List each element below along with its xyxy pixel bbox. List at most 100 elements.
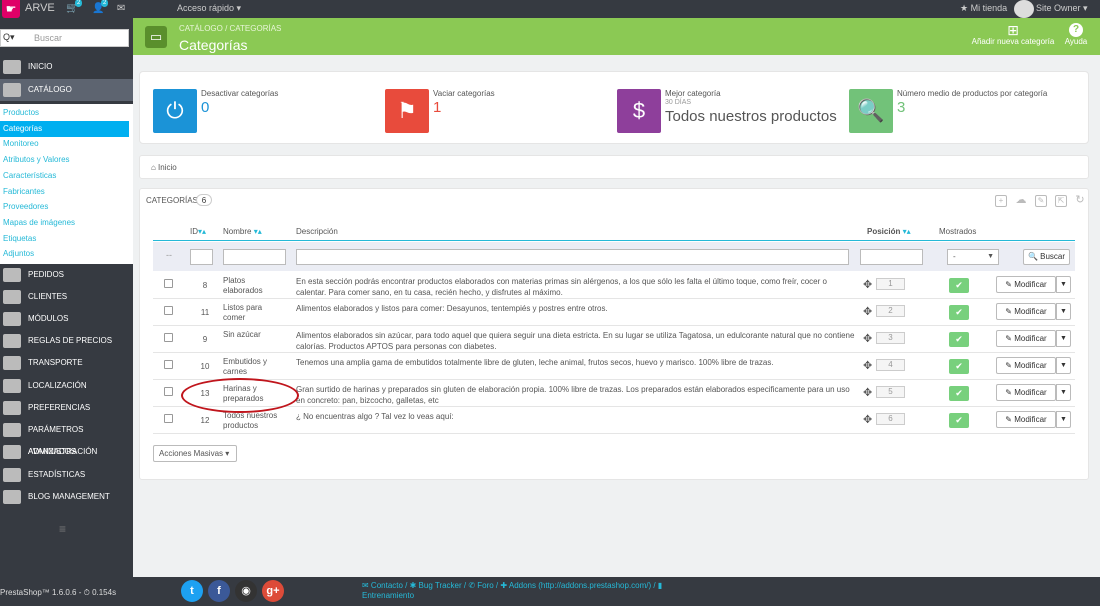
- table-row[interactable]: 11 Listos para comer Alimentos elaborados …: [153, 299, 1075, 326]
- col-id[interactable]: ID▾▴: [190, 227, 206, 236]
- submenu-item[interactable]: Fabricantes: [0, 184, 129, 200]
- shown-toggle-check-icon[interactable]: ✔: [949, 386, 969, 401]
- footer-links[interactable]: ✉ Contacto / ✱ Bug Tracker / ✆ Foro / ✚ …: [362, 581, 702, 601]
- sidebar-item-localización[interactable]: LOCALIZACIÓN: [0, 375, 133, 397]
- submenu-item[interactable]: Mapas de imágenes: [0, 215, 129, 231]
- my-store-link[interactable]: ★ Mi tienda: [960, 3, 1007, 14]
- row-checkbox[interactable]: [164, 387, 173, 396]
- twitter-icon[interactable]: t: [181, 580, 203, 602]
- modify-button[interactable]: ✎ Modificar: [996, 357, 1056, 374]
- sidebar-item-inicio[interactable]: INICIO: [0, 56, 133, 78]
- drag-handle-icon[interactable]: ✥: [863, 413, 872, 426]
- avatar[interactable]: [1014, 0, 1034, 18]
- shown-toggle-check-icon[interactable]: ✔: [949, 413, 969, 428]
- row-actions-dropdown[interactable]: ▼: [1056, 330, 1071, 347]
- submenu-item[interactable]: Categorías: [0, 120, 129, 137]
- google-plus-icon[interactable]: g+: [262, 580, 284, 602]
- sidebar-item-módulos[interactable]: MÓDULOS: [0, 308, 133, 330]
- filter-shown-select[interactable]: - ▼: [947, 249, 999, 265]
- row-checkbox[interactable]: [164, 306, 173, 315]
- modify-button[interactable]: ✎ Modificar: [996, 330, 1056, 347]
- table-row[interactable]: 8 Platos elaborados En esta sección podrás…: [153, 272, 1075, 299]
- drag-handle-icon[interactable]: ✥: [863, 386, 872, 399]
- col-name[interactable]: Nombre ▾▴: [223, 227, 262, 236]
- row-checkbox[interactable]: [164, 360, 173, 369]
- table-row[interactable]: 9 Sin azúcar Alimentos elaborados sin azúc…: [153, 326, 1075, 353]
- sidebar-item-preferencias[interactable]: PREFERENCIAS: [0, 397, 133, 419]
- modify-button[interactable]: ✎ Modificar: [996, 303, 1056, 320]
- collapse-menu-icon[interactable]: ≡: [59, 522, 66, 536]
- truck-icon: [3, 356, 21, 370]
- table-row[interactable]: 12 Todos nuestros productos ¿ No encuentra…: [153, 407, 1075, 434]
- envelope-icon[interactable]: ✉: [117, 3, 125, 14]
- add-category-button[interactable]: ⊞ Añadir nueva categoría: [970, 23, 1056, 46]
- row-checkbox[interactable]: [164, 279, 173, 288]
- row-checkbox[interactable]: [164, 414, 173, 423]
- drag-handle-icon[interactable]: ✥: [863, 332, 872, 345]
- prestashop-logo-icon[interactable]: ☛: [2, 0, 20, 18]
- submenu-item[interactable]: Monitoreo: [0, 136, 129, 152]
- row-checkbox[interactable]: [164, 333, 173, 342]
- sidebar-item-administración[interactable]: ADMINISTRACIÓN: [0, 441, 133, 463]
- row-name: Listos para comer: [223, 303, 263, 322]
- github-icon[interactable]: ◉: [235, 580, 257, 602]
- cloud-icon[interactable]: ☁: [1015, 195, 1027, 207]
- filter-name-input[interactable]: [223, 249, 286, 265]
- filter-search-button[interactable]: 🔍 Buscar: [1023, 249, 1070, 265]
- sidebar-item-catálogo[interactable]: CATÁLOGO: [0, 79, 133, 101]
- shown-toggle-check-icon[interactable]: ✔: [949, 332, 969, 347]
- filter-position-input[interactable]: [860, 249, 923, 265]
- money-icon: $: [617, 89, 661, 133]
- submenu-item[interactable]: Productos: [0, 105, 129, 121]
- sidebar-search[interactable]: Q▾ Buscar: [0, 29, 129, 47]
- row-position: 4: [876, 359, 905, 371]
- row-actions-dropdown[interactable]: ▼: [1056, 411, 1071, 428]
- shown-toggle-check-icon[interactable]: ✔: [949, 359, 969, 374]
- row-actions-dropdown[interactable]: ▼: [1056, 384, 1071, 401]
- shop-name[interactable]: ARVE: [25, 2, 55, 14]
- modify-button[interactable]: ✎ Modificar: [996, 384, 1056, 401]
- sidebar-item-label: MÓDULOS: [28, 314, 69, 323]
- quick-access-menu[interactable]: Acceso rápido ▾: [177, 3, 241, 14]
- sidebar-item-clientes[interactable]: CLIENTES: [0, 286, 133, 308]
- drag-handle-icon[interactable]: ✥: [863, 359, 872, 372]
- shown-toggle-check-icon[interactable]: ✔: [949, 305, 969, 320]
- submenu-item[interactable]: Características: [0, 168, 129, 184]
- credit-card-icon: [3, 268, 21, 282]
- sidebar-item-parámetros-avanzados[interactable]: PARÁMETROS AVANZADOS: [0, 419, 133, 456]
- row-position: 1: [876, 278, 905, 290]
- row-actions-dropdown[interactable]: ▼: [1056, 357, 1071, 374]
- search-type-button[interactable]: Q▾: [3, 32, 15, 43]
- drag-handle-icon[interactable]: ✥: [863, 278, 872, 291]
- user-menu[interactable]: Site Owner ▾: [1036, 3, 1088, 14]
- facebook-icon[interactable]: f: [208, 580, 230, 602]
- row-actions-dropdown[interactable]: ▼: [1056, 276, 1071, 293]
- help-button[interactable]: ? Ayuda: [1062, 23, 1090, 46]
- sidebar-item-blog-management[interactable]: BLOG MANAGEMENT: [0, 486, 133, 508]
- modify-button[interactable]: ✎ Modificar: [996, 411, 1056, 428]
- shown-toggle-check-icon[interactable]: ✔: [949, 278, 969, 293]
- col-position[interactable]: Posición ▾▴: [867, 227, 911, 236]
- export-icon[interactable]: ⇱: [1055, 195, 1067, 207]
- sidebar-item-pedidos[interactable]: PEDIDOS: [0, 264, 133, 286]
- row-actions-dropdown[interactable]: ▼: [1056, 303, 1071, 320]
- drag-handle-icon[interactable]: ✥: [863, 305, 872, 318]
- submenu-item[interactable]: Atributos y Valores: [0, 152, 129, 168]
- sidebar-item-estadísticas[interactable]: ESTADÍSTICAS: [0, 464, 133, 486]
- submenu-item[interactable]: Adjuntos: [0, 246, 129, 262]
- breadcrumb-home-link[interactable]: ⌂ Inicio: [151, 163, 177, 172]
- submenu-item[interactable]: Etiquetas: [0, 231, 129, 247]
- filter-id-input[interactable]: [190, 249, 213, 265]
- kpi-panel: ⏻ Desactivar categorías 0 ⚑ Vaciar categoría…: [139, 71, 1089, 144]
- sidebar-item-transporte[interactable]: TRANSPORTE: [0, 352, 133, 374]
- modify-button[interactable]: ✎ Modificar: [996, 276, 1056, 293]
- sidebar-item-reglas-de-precios[interactable]: REGLAS DE PRECIOS: [0, 330, 133, 352]
- table-row[interactable]: 10 Embutidos y carnes Tenemos una amplia g…: [153, 353, 1075, 380]
- refresh-icon[interactable]: ↻: [1074, 195, 1086, 207]
- edit-icon[interactable]: ✎: [1035, 195, 1047, 207]
- add-icon[interactable]: +: [995, 195, 1007, 207]
- bulk-actions-button[interactable]: Acciones Masivas ▾: [153, 445, 237, 462]
- filter-description-input[interactable]: [296, 249, 849, 265]
- submenu-item[interactable]: Proveedores: [0, 199, 129, 215]
- search-input[interactable]: Buscar: [34, 33, 62, 43]
